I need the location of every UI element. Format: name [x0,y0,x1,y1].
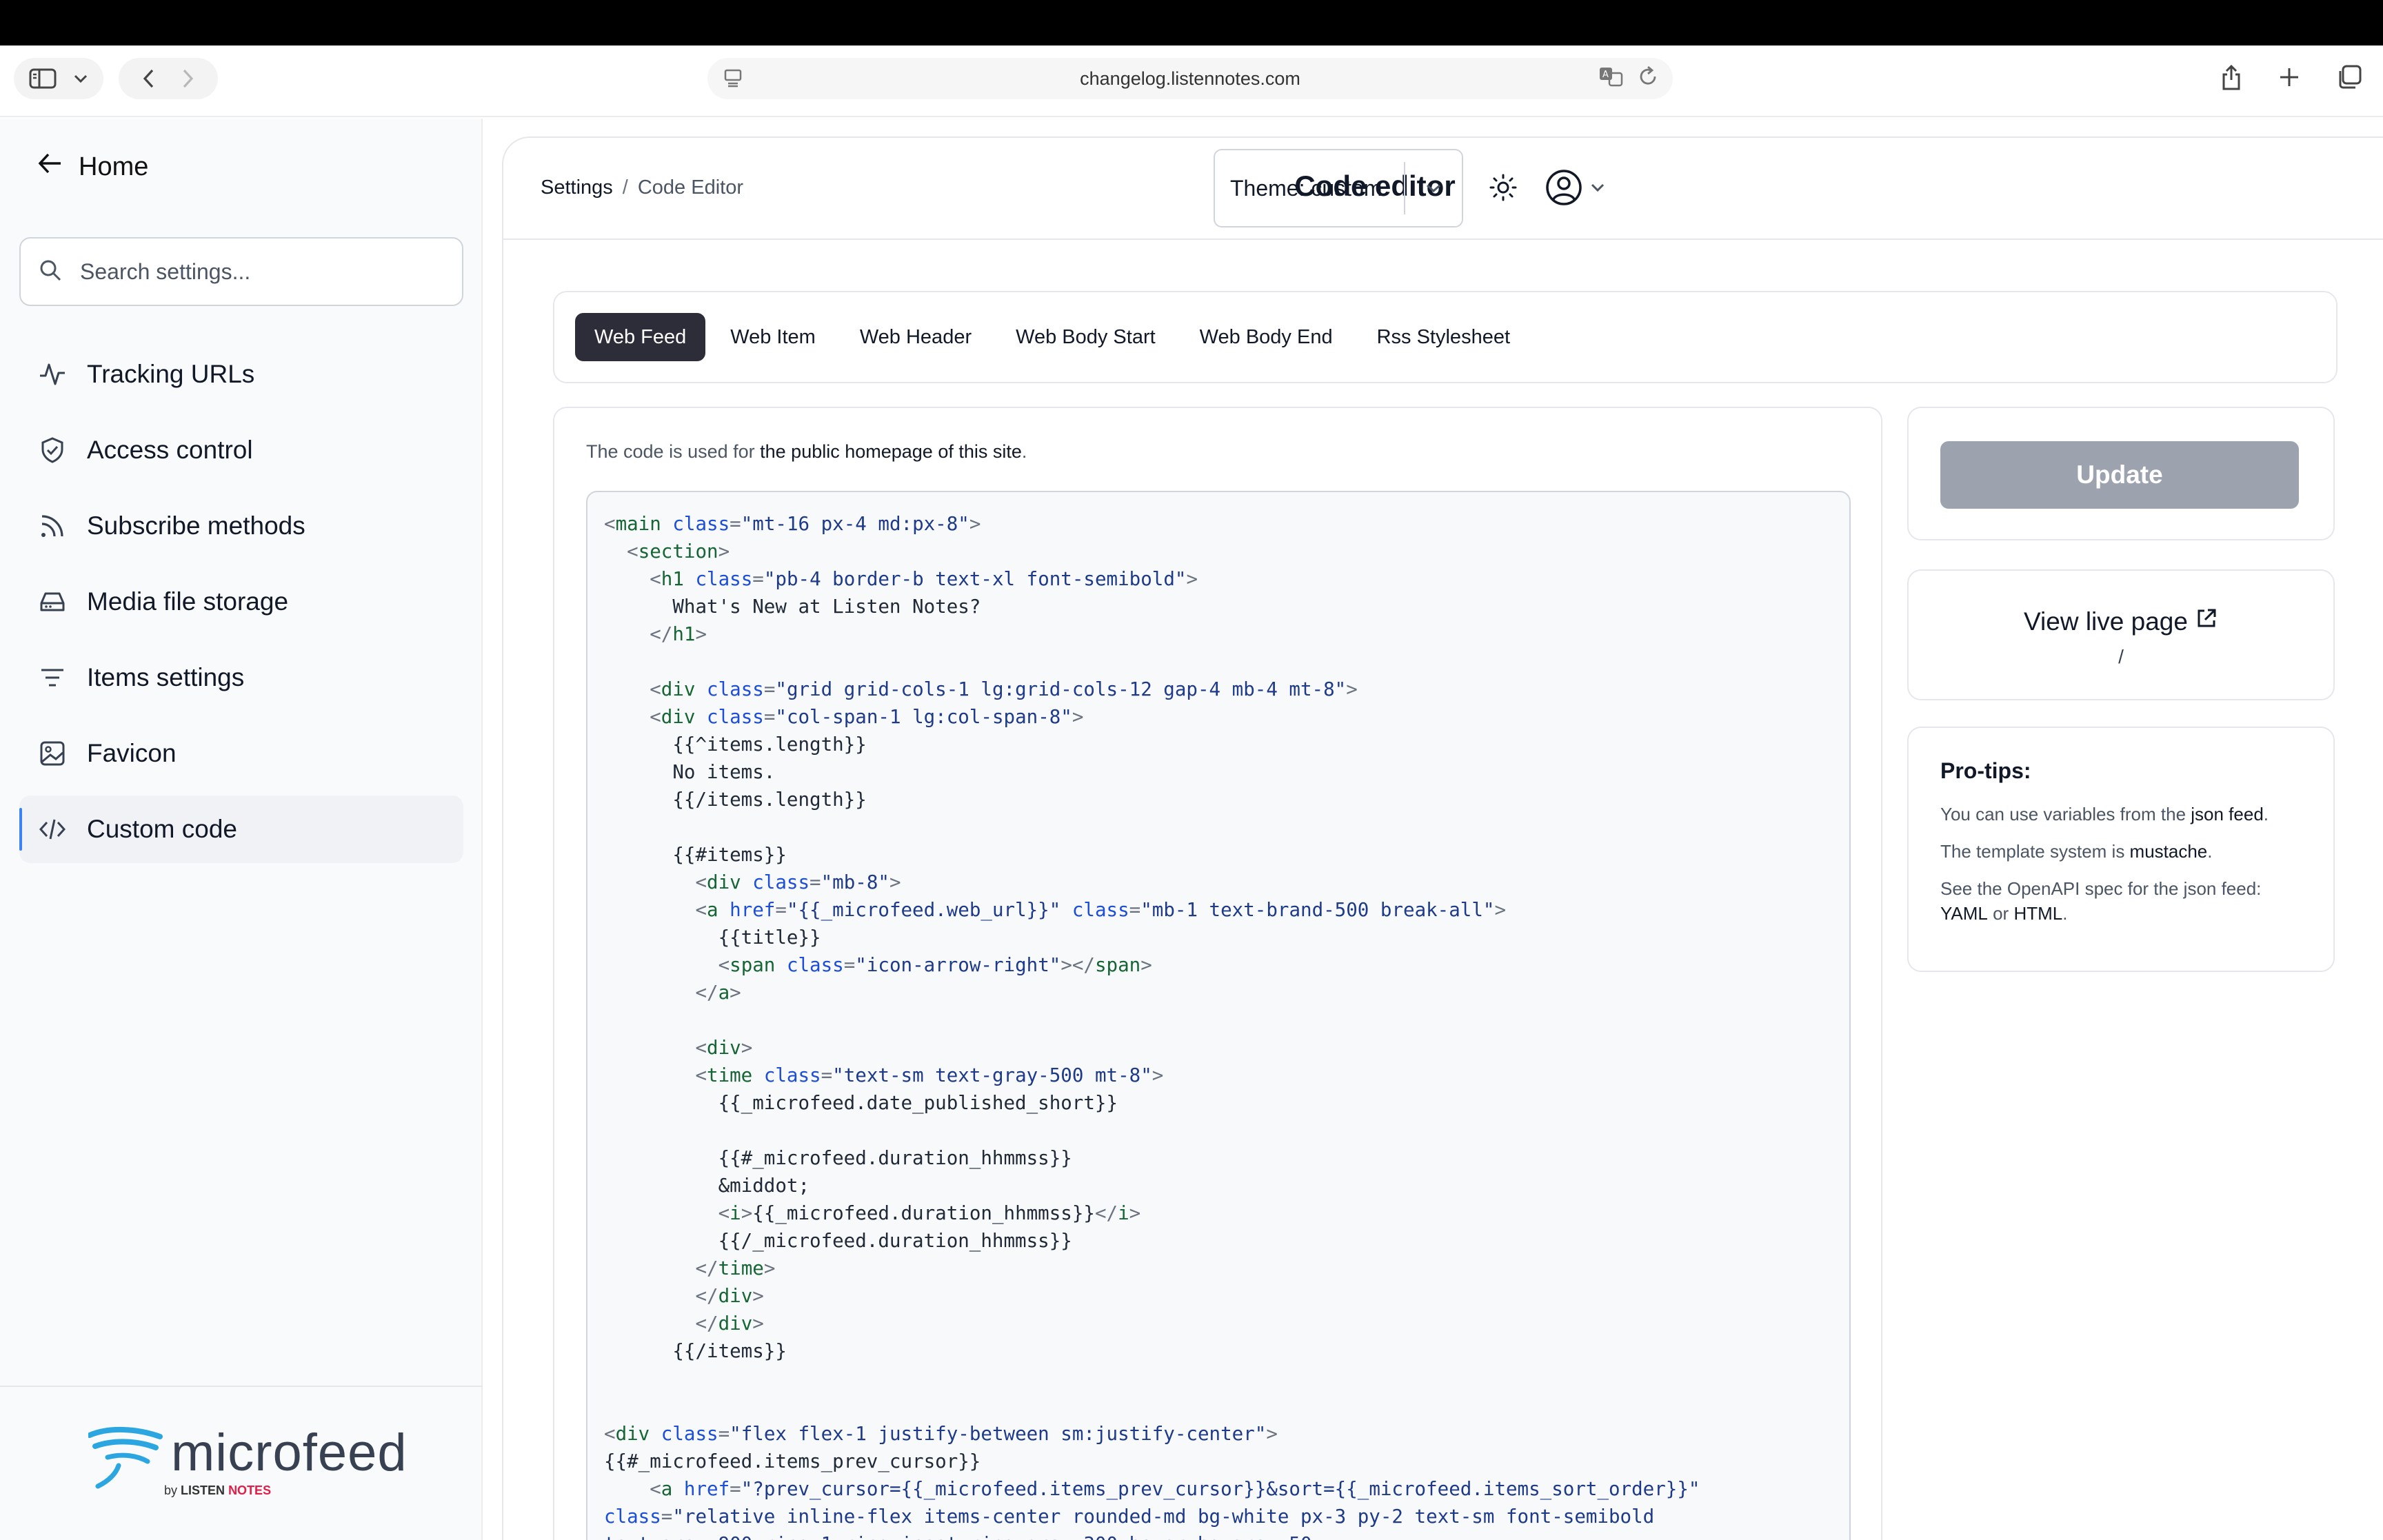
chevron-down-icon[interactable] [73,74,88,83]
breadcrumb-current: Code Editor [637,176,744,199]
tip-json-feed: You can use variables from the json feed… [1940,804,2269,824]
image-icon [37,738,68,769]
update-button[interactable]: Update [1940,441,2299,509]
sidebar-item-label: Subscribe methods [87,511,305,540]
translate-icon[interactable]: A [1598,65,1625,92]
address-bar[interactable]: changelog.listennotes.com A [707,58,1673,99]
settings-sidebar: Home Tracking URLs Access control Subscr… [0,119,483,1540]
tip-mustache: The template system is mustache. [1940,841,2213,862]
search-icon [39,259,62,285]
logo-wordmark: microfeed [171,1424,408,1482]
html-link[interactable]: HTML [2013,903,2062,924]
search-settings-box[interactable] [19,237,463,306]
sidebar-item-media-file-storage[interactable]: Media file storage [19,568,463,636]
sidebar-item-label: Custom code [87,815,237,843]
sidebar-item-favicon[interactable]: Favicon [19,720,463,787]
microfeed-wave-icon [87,1426,164,1495]
theme-select-value: Theme: custom [1230,175,1382,201]
breadcrumb: Settings / Code Editor [541,176,743,199]
editor-description: The code is used for the public homepage… [586,441,1027,462]
os-menu-bar [0,0,2383,45]
main-panel: Settings / Code Editor Code editor Theme… [502,136,2383,1540]
sidebar-item-label: Tracking URLs [87,360,255,388]
home-label: Home [79,152,149,181]
update-card: Update [1907,407,2335,540]
back-arrow-icon[interactable] [141,68,157,89]
tab-web-body-start[interactable]: Web Body Start [996,313,1175,361]
sidebar-footer: microfeed by LISTEN NOTES [0,1386,483,1540]
view-live-page-link[interactable]: View live page [2024,607,2218,636]
pro-tips-card: Pro-tips: You can use variables from the… [1907,727,2335,972]
home-link[interactable]: Home [37,152,148,182]
filter-lines-icon [37,662,68,693]
sidebar-toggle-icon[interactable] [29,68,57,90]
editor-card: The code is used for the public homepage… [553,407,1882,1540]
history-nav-group [119,58,218,99]
user-menu[interactable] [1545,168,1605,210]
code-tabs: Web Feed Web Item Web Header Web Body St… [553,291,2337,383]
hard-drive-icon [37,587,68,617]
page-menu-icon[interactable] [723,68,743,92]
tab-rss-stylesheet[interactable]: Rss Stylesheet [1358,313,1529,361]
tip-openapi: See the OpenAPI spec for the json feed: … [1940,878,2262,924]
sidebar-item-label: Items settings [87,663,245,691]
settings-nav: Tracking URLs Access control Subscribe m… [19,341,463,871]
json-feed-link[interactable]: json feed [2191,804,2264,824]
breadcrumb-separator: / [622,176,628,199]
sidebar-item-label: Access control [87,436,253,464]
pro-tips-title: Pro-tips: [1940,758,2031,783]
activity-icon [37,359,68,389]
sidebar-item-access-control[interactable]: Access control [19,416,463,484]
tab-web-feed[interactable]: Web Feed [575,313,706,361]
tab-web-body-end[interactable]: Web Body End [1180,313,1352,361]
microfeed-logo[interactable]: microfeed by LISTEN NOTES [87,1424,408,1497]
yaml-link[interactable]: YAML [1940,903,1988,924]
sidebar-item-subscribe-methods[interactable]: Subscribe methods [19,492,463,560]
sidebar-item-tracking-urls[interactable]: Tracking URLs [19,341,463,408]
user-circle-icon [1545,168,1583,210]
shield-check-icon [37,435,68,465]
view-live-card: View live page / [1907,569,2335,700]
code-editor[interactable]: <main class="mt-16 px-4 md:px-8"> <secti… [586,491,1851,1540]
arrow-left-icon [37,152,63,182]
sidebar-item-label: Favicon [87,739,177,767]
theme-select[interactable]: Theme: custom [1214,149,1463,227]
code-icon [37,814,68,844]
forward-arrow-icon[interactable] [180,68,195,89]
sidebar-item-custom-code[interactable]: Custom code [19,796,463,863]
search-settings-input[interactable] [80,259,439,285]
chevron-down-icon[interactable] [1404,162,1462,214]
sidebar-item-items-settings[interactable]: Items settings [19,644,463,711]
main-header: Settings / Code Editor Code editor Theme… [503,138,2383,240]
external-link-icon [2195,607,2218,636]
svg-text:A: A [1602,70,1609,80]
tab-web-item[interactable]: Web Item [711,313,835,361]
browser-toolbar: changelog.listennotes.com A [0,45,2383,117]
chevron-down-icon [1590,183,1605,196]
url-text: changelog.listennotes.com [1080,68,1300,89]
tab-web-header[interactable]: Web Header [841,313,991,361]
mustache-link[interactable]: mustache [2130,841,2208,862]
logo-byline: by LISTEN NOTES [164,1483,272,1497]
breadcrumb-settings-link[interactable]: Settings [541,176,613,199]
code-editor-content[interactable]: <main class="mt-16 px-4 md:px-8"> <secti… [587,492,1849,1540]
tab-overview-icon[interactable] [2336,63,2362,91]
sun-icon[interactable] [1488,172,1518,206]
rss-icon [37,511,68,541]
sidebar-item-label: Media file storage [87,587,289,616]
sidebar-toggle-group[interactable] [14,58,103,99]
view-live-path: / [2118,646,2124,667]
share-icon[interactable] [2220,63,2242,91]
new-tab-plus-icon[interactable] [2278,63,2300,91]
reload-icon[interactable] [1637,65,1659,92]
